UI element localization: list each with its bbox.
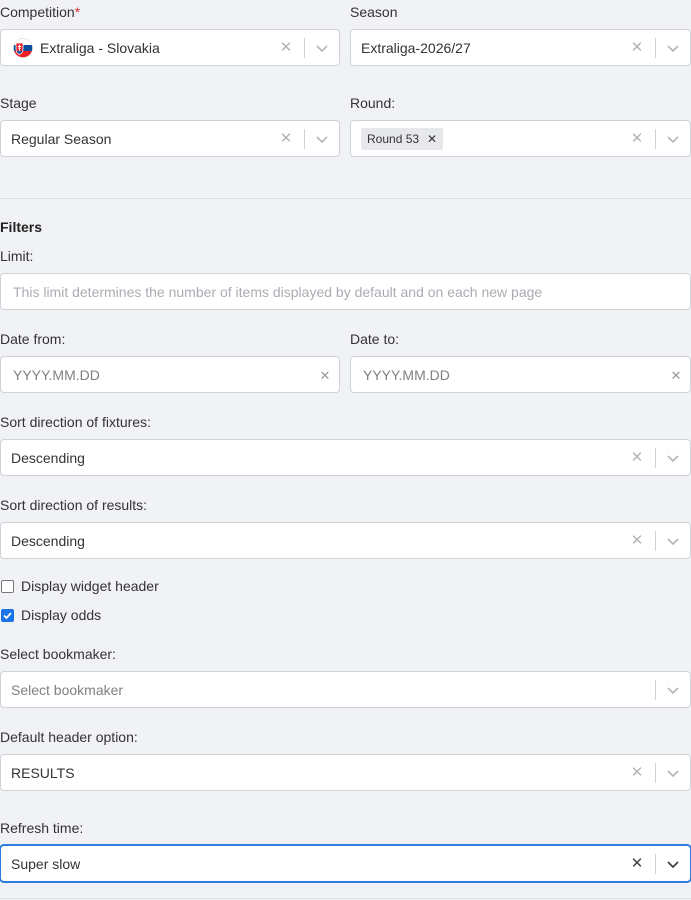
display-odds-checkbox[interactable]: [1, 608, 14, 622]
clear-icon[interactable]: ✕: [276, 38, 296, 58]
default-header-label: Default header option:: [0, 729, 138, 745]
display-header-checkbox[interactable]: [1, 579, 14, 593]
bookmaker-select[interactable]: Select bookmaker: [0, 671, 691, 708]
competition-label: Competition*: [0, 4, 81, 20]
clear-icon[interactable]: ✕: [627, 763, 647, 783]
clear-date-icon[interactable]: ✕: [315, 368, 335, 384]
clear-icon[interactable]: ✕: [627, 854, 647, 874]
display-odds-label: Display odds: [21, 607, 102, 623]
section-divider: [0, 198, 691, 199]
round-tag-label: Round 53: [367, 131, 420, 146]
bottom-divider: [0, 898, 691, 899]
chevron-down-icon[interactable]: [656, 766, 690, 780]
sort-fixtures-value: Descending: [11, 449, 85, 466]
clear-icon[interactable]: ✕: [627, 448, 647, 468]
limit-field[interactable]: [0, 273, 691, 310]
refresh-time-select[interactable]: Super slow ✕: [0, 845, 691, 882]
filters-title: Filters: [0, 219, 43, 235]
default-header-value: RESULTS: [11, 764, 75, 781]
remove-tag-icon[interactable]: ✕: [427, 132, 437, 146]
stage-select[interactable]: Regular Season ✕: [0, 120, 340, 157]
sort-results-select[interactable]: Descending ✕: [0, 522, 691, 559]
season-label: Season: [350, 4, 398, 20]
stage-value: Regular Season: [11, 130, 112, 147]
date-to-field[interactable]: ✕: [350, 356, 691, 393]
stage-label: Stage: [0, 95, 37, 111]
chevron-down-icon[interactable]: [656, 41, 690, 55]
default-header-select[interactable]: RESULTS ✕: [0, 754, 691, 791]
required-mark: *: [74, 4, 81, 20]
display-header-row[interactable]: Display widget header: [0, 578, 159, 594]
refresh-time-value: Super slow: [11, 855, 81, 872]
clear-icon[interactable]: ✕: [627, 38, 647, 58]
chevron-down-icon[interactable]: [656, 683, 690, 697]
display-odds-row[interactable]: Display odds: [0, 607, 101, 623]
round-tag: Round 53 ✕: [361, 127, 444, 150]
clear-date-icon[interactable]: ✕: [666, 368, 686, 384]
date-from-input[interactable]: [1, 366, 315, 383]
sort-results-value: Descending: [11, 532, 85, 549]
season-select[interactable]: Extraliga-2026/27 ✕: [350, 29, 691, 66]
date-from-field[interactable]: ✕: [0, 356, 340, 393]
refresh-time-label: Refresh time:: [0, 820, 84, 836]
round-select[interactable]: Round 53 ✕ ✕: [350, 120, 691, 157]
season-value: Extraliga-2026/27: [361, 39, 471, 56]
limit-label: Limit:: [0, 248, 34, 264]
chevron-down-icon[interactable]: [656, 451, 690, 465]
chevron-down-icon[interactable]: [305, 41, 339, 55]
competition-select[interactable]: Extraliga - Slovakia ✕: [0, 29, 340, 66]
chevron-down-icon[interactable]: [305, 132, 339, 146]
chevron-down-icon[interactable]: [656, 534, 690, 548]
sort-results-label: Sort direction of results:: [0, 497, 148, 513]
clear-icon[interactable]: ✕: [276, 129, 296, 149]
bookmaker-placeholder: Select bookmaker: [11, 681, 124, 698]
chevron-down-icon[interactable]: [656, 132, 690, 146]
sort-fixtures-select[interactable]: Descending ✕: [0, 439, 691, 476]
competition-value: Extraliga - Slovakia: [40, 39, 160, 56]
date-to-input[interactable]: [351, 366, 666, 383]
slovakia-flag-icon: [11, 37, 35, 58]
bookmaker-label: Select bookmaker:: [0, 646, 116, 662]
date-to-label: Date to:: [350, 331, 400, 347]
round-label: Round:: [350, 95, 396, 111]
clear-icon[interactable]: ✕: [627, 129, 647, 149]
limit-input[interactable]: [1, 283, 690, 300]
chevron-down-icon[interactable]: [656, 857, 690, 871]
sort-fixtures-label: Sort direction of fixtures:: [0, 414, 151, 430]
date-from-label: Date from:: [0, 331, 66, 347]
display-header-label: Display widget header: [21, 578, 159, 594]
clear-icon[interactable]: ✕: [627, 531, 647, 551]
